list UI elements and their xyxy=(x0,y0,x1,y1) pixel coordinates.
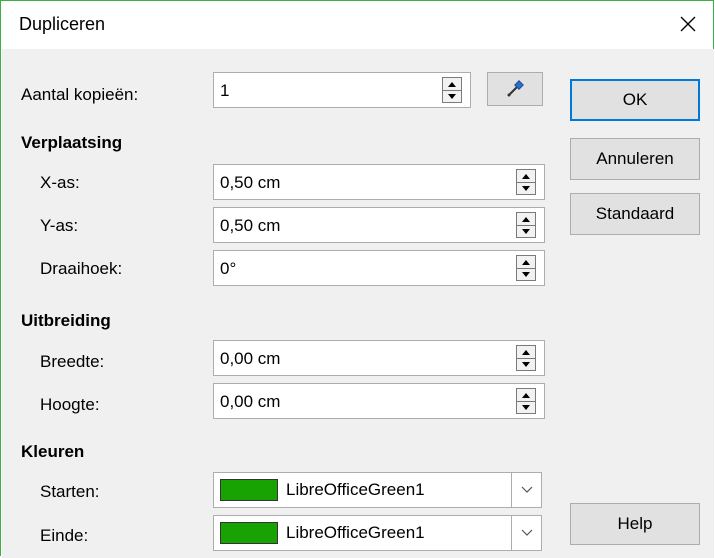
default-button[interactable]: Standaard xyxy=(570,193,700,235)
arrow-up-icon xyxy=(522,349,530,355)
width-decrement-button[interactable] xyxy=(517,358,535,370)
end-color-value: LibreOfficeGreen1 xyxy=(286,523,425,542)
angle-spinfield[interactable]: 0° xyxy=(213,250,545,286)
dialog-body: Aantal kopieën: 1 Verplaatsing X-as: 0,5… xyxy=(2,49,714,558)
arrow-up-icon xyxy=(522,259,530,265)
cancel-button[interactable]: Annuleren xyxy=(570,138,700,180)
copies-label: Aantal kopieën: xyxy=(21,85,139,104)
cancel-button-label: Annuleren xyxy=(596,149,674,168)
height-spinfield[interactable]: 0,00 cm xyxy=(213,383,545,419)
chevron-down-icon xyxy=(521,486,532,493)
enlargement-heading: Uitbreiding xyxy=(21,311,111,330)
duplicate-dialog: Dupliceren Aantal kopieën: 1 Verplaatsin… xyxy=(0,0,714,558)
width-value: 0,00 cm xyxy=(220,349,281,368)
angle-spinner xyxy=(516,255,536,281)
x-axis-decrement-button[interactable] xyxy=(517,182,535,194)
arrow-down-icon xyxy=(522,271,530,277)
eyedropper-icon xyxy=(507,80,524,97)
x-axis-spinner xyxy=(516,169,536,195)
start-color-swatch xyxy=(220,479,278,501)
placement-heading: Verplaatsing xyxy=(21,133,123,152)
arrow-down-icon xyxy=(522,361,530,367)
arrow-down-icon xyxy=(522,185,530,191)
x-axis-spinfield[interactable]: 0,50 cm xyxy=(213,164,545,200)
height-decrement-button[interactable] xyxy=(517,401,535,413)
arrow-up-icon xyxy=(522,216,530,222)
y-axis-spinner xyxy=(516,212,536,238)
angle-label: Draaihoek: xyxy=(40,259,123,278)
height-value: 0,00 cm xyxy=(220,392,281,411)
title-bar: Dupliceren xyxy=(1,1,713,49)
x-axis-label: X-as: xyxy=(40,173,80,192)
ok-button[interactable]: OK xyxy=(570,79,700,121)
values-from-selection-button[interactable] xyxy=(487,72,543,106)
height-spinner xyxy=(516,388,536,414)
start-color-dropdown-toggle[interactable] xyxy=(511,473,541,507)
y-axis-spinfield[interactable]: 0,50 cm xyxy=(213,207,545,243)
y-axis-value: 0,50 cm xyxy=(220,216,281,235)
colors-heading: Kleuren xyxy=(21,442,85,461)
arrow-up-icon xyxy=(522,392,530,398)
arrow-down-icon xyxy=(522,404,530,410)
height-label: Hoogte: xyxy=(40,395,100,414)
close-icon xyxy=(680,16,696,32)
copies-spinfield[interactable]: 1 xyxy=(213,72,471,108)
y-axis-decrement-button[interactable] xyxy=(517,225,535,237)
copies-decrement-button[interactable] xyxy=(443,90,461,102)
start-color-dropdown[interactable]: LibreOfficeGreen1 xyxy=(213,472,542,508)
close-button[interactable] xyxy=(673,9,703,39)
angle-value: 0° xyxy=(220,259,237,278)
y-axis-label: Y-as: xyxy=(40,216,79,235)
end-color-label: Einde: xyxy=(40,526,89,545)
chevron-down-icon xyxy=(521,529,532,536)
start-color-label: Starten: xyxy=(40,482,100,501)
width-label: Breedte: xyxy=(40,352,105,371)
arrow-up-icon xyxy=(522,173,530,179)
end-color-swatch xyxy=(220,522,278,544)
ok-button-label: OK xyxy=(622,90,648,109)
arrow-up-icon xyxy=(448,81,456,87)
angle-decrement-button[interactable] xyxy=(517,268,535,280)
dialog-title: Dupliceren xyxy=(19,14,106,34)
width-spinfield[interactable]: 0,00 cm xyxy=(213,340,545,376)
copies-spinner xyxy=(442,77,462,103)
width-spinner xyxy=(516,345,536,371)
arrow-down-icon xyxy=(522,228,530,234)
help-button[interactable]: Help xyxy=(570,503,700,545)
default-button-label: Standaard xyxy=(595,204,675,223)
x-axis-value: 0,50 cm xyxy=(220,173,281,192)
end-color-dropdown[interactable]: LibreOfficeGreen1 xyxy=(213,515,542,551)
start-color-value: LibreOfficeGreen1 xyxy=(286,480,425,499)
end-color-dropdown-toggle[interactable] xyxy=(511,516,541,550)
copies-value: 1 xyxy=(220,81,230,100)
arrow-down-icon xyxy=(448,93,456,99)
help-button-label: Help xyxy=(617,514,653,533)
